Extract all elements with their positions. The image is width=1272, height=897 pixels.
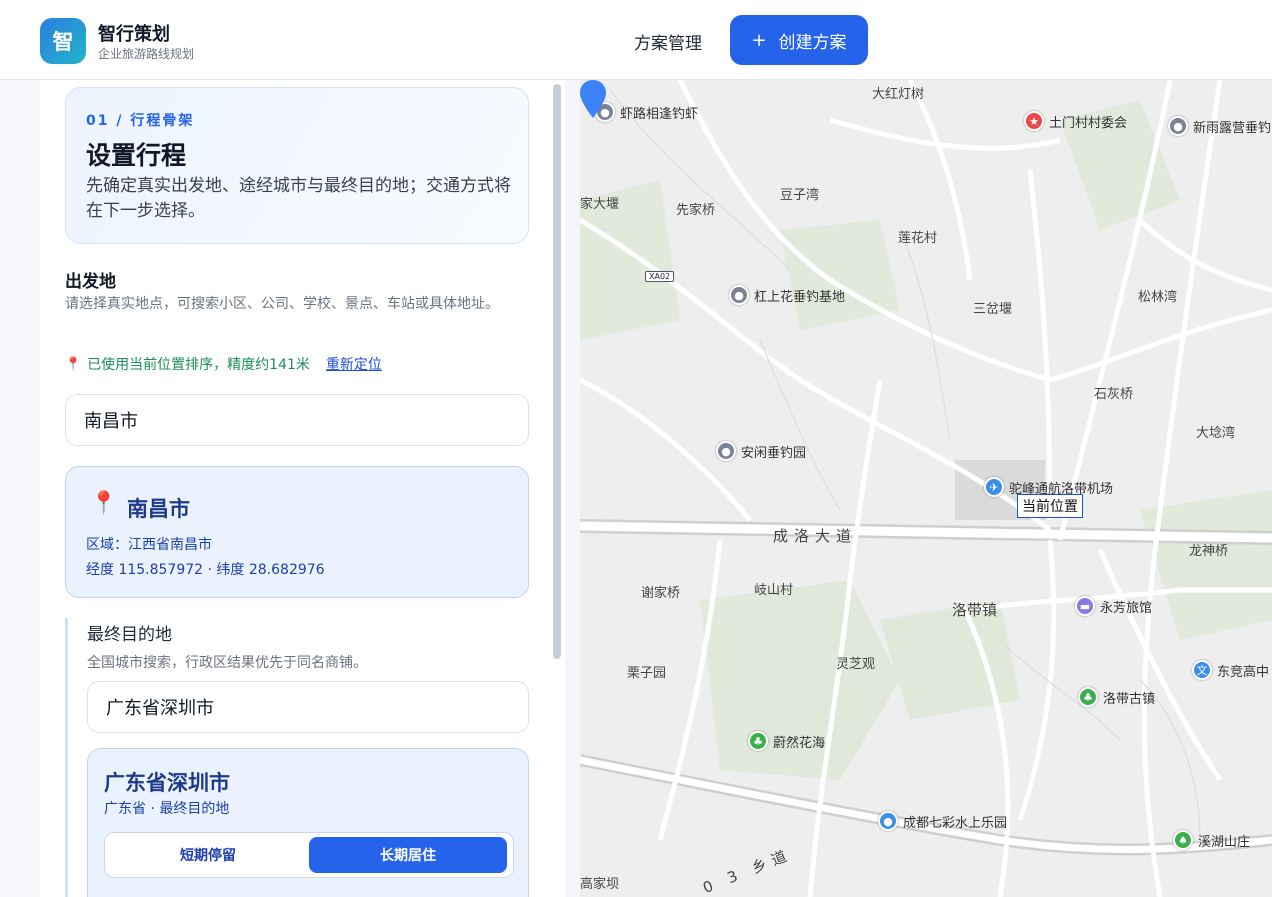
school-icon: 文 [1192,660,1212,680]
map-place-label: 豆子湾 [780,188,820,203]
app-logo[interactable]: 智 [40,18,86,64]
map-poi[interactable]: ▬ 永芳旅馆 [1075,596,1152,616]
destination-subtitle: 广东省 · 最终目的地 [104,801,230,817]
poi-icon: ● [716,441,736,461]
departure-description: 请选择真实地点，可搜索小区、公司、学校、景点、车站或具体地址。 [65,296,499,312]
scenic-icon: ♣ [1078,687,1098,707]
poi-label: 新雨露营垂钓 [1193,120,1272,136]
map-poi[interactable]: 文东竞高中 [1192,660,1269,680]
map-poi[interactable]: ★ 土门村村委会 [1024,111,1127,131]
road-label: 成洛大道 [773,527,858,545]
map-place-label: 灵芝观 [836,657,876,672]
poi-label: 土门村村委会 [1049,115,1128,131]
departure-region: 区域：江西省南昌市 [86,537,212,553]
park-icon: ● [878,811,898,831]
create-plan-button[interactable]: + 创建方案 [730,15,868,65]
map-place-label: 大埝湾 [1196,426,1236,441]
map-poi[interactable]: ♠ 溪湖山庄 [1173,830,1250,850]
map-place-label: 莲花村 [898,231,938,246]
section-description: 先确定真实出发地、途经城市与最终目的地；交通方式将在下一步选择。 [86,176,511,221]
departure-city-name: 南昌市 [127,497,190,521]
nav-plan-management[interactable]: 方案管理 [634,29,702,54]
map-poi[interactable]: ● 虾路相逢钓虾 [595,102,698,122]
poi-label: 蔚然花海 [773,735,826,751]
app-name: 智行策划 [98,24,170,45]
resort-icon: ♠ [1173,830,1193,850]
panel-divider [565,80,580,897]
app-subtitle: 企业旅游路线规划 [98,47,195,61]
poi-icon: ● [1168,116,1188,136]
road-shield: XA02 [645,271,675,282]
map-place-label: 石灰桥 [1094,387,1134,402]
destination-description: 全国城市搜索，行政区结果优先于同名商铺。 [87,655,367,671]
map-place-label: 龙神桥 [1189,544,1229,559]
departure-title: 出发地 [65,272,116,292]
poi-label: 洛带古镇 [1103,691,1156,707]
map-pin-icon: 📍 [90,491,118,516]
stay-type-toggle: 短期停留 长期居住 [104,832,514,878]
current-location-marker-icon[interactable] [580,80,606,118]
short-stay-option[interactable]: 短期停留 [109,837,307,873]
create-plan-label: 创建方案 [778,32,847,53]
section-title: 设置行程 [86,141,187,170]
destination-title: 最终目的地 [87,625,172,645]
map-place-label: 谢家桥 [641,586,681,601]
map-view[interactable]: XA02 ● 虾路相逢钓虾 ★ 土门村村委会 ● 新雨露营垂钓 ● 杠上花垂钓基地 ● 安… [580,80,1272,897]
destination-accent-bar [65,618,68,897]
map-place-label: 松林湾 [1138,290,1178,305]
destination-city-name: 广东省深圳市 [104,771,230,795]
map-place-label: 大红灯树 [872,87,925,102]
departure-selected-card[interactable]: 📍 南昌市 区域：江西省南昌市 经度 115.857972 · 纬度 28.68… [65,466,529,598]
map-poi[interactable]: ♣ 洛带古镇 [1078,687,1155,707]
map-place-label: 洛带镇 [952,601,998,619]
government-icon: ★ [1024,111,1044,131]
map-place-label: 三岔堰 [973,302,1013,317]
map-poi[interactable]: ♣ 蔚然花海 [748,731,825,751]
map-poi[interactable]: ● 新雨露营垂钓 [1168,116,1271,136]
poi-label: 虾路相逢钓虾 [620,106,699,122]
location-status-text: 已使用当前位置排序，精度约141米 [87,357,310,373]
long-stay-option[interactable]: 长期居住 [309,837,507,873]
poi-label: 溪湖山庄 [1198,834,1251,850]
scenic-icon: ♣ [748,731,768,751]
poi-label: 成都七彩水上乐园 [903,815,1008,831]
location-pin-icon: 📍 [65,356,82,372]
map-poi[interactable]: ● 杠上花垂钓基地 [729,285,845,305]
plus-icon: + [751,29,767,51]
top-header: 智 智行策划 企业旅游路线规划 方案管理 + 创建方案 [0,0,1272,80]
poi-icon: ● [729,285,749,305]
relocate-link[interactable]: 重新定位 [326,354,382,374]
departure-coordinates: 经度 115.857972 · 纬度 28.682976 [86,562,325,578]
poi-label: 永芳旅馆 [1100,600,1153,616]
poi-label: 东竞高中 [1217,664,1270,680]
step-indicator: 01 / 行程骨架 [86,113,195,129]
map-place-label: 先家桥 [676,203,716,218]
location-status: 📍 已使用当前位置排序，精度约141米 重新定位 [65,354,382,374]
hotel-icon: ▬ [1075,596,1095,616]
map-place-label: 家大堰 [580,197,620,212]
map-poi[interactable]: ● 安闲垂钓园 [716,441,806,461]
map-place-label: 高家坝 [580,877,620,892]
destination-selected-card: 广东省深圳市 广东省 · 最终目的地 短期停留 长期居住 [87,748,529,897]
itinerary-form-panel: 01 / 行程骨架 设置行程 先确定真实出发地、途经城市与最终目的地；交通方式将… [40,80,565,897]
destination-input[interactable]: 广东省深圳市 [87,681,529,733]
map-place-label: 栗子园 [627,666,667,681]
airport-icon: ✈ [984,477,1004,497]
itinerary-intro-card: 01 / 行程骨架 设置行程 先确定真实出发地、途经城市与最终目的地；交通方式将… [65,87,529,244]
map-place-label: 岐山村 [754,583,794,598]
current-position-label: 当前位置 [1017,494,1083,518]
poi-label: 安闲垂钓园 [741,445,807,461]
poi-label: 杠上花垂钓基地 [754,289,846,305]
map-poi[interactable]: ● 成都七彩水上乐园 [878,811,1007,831]
departure-input[interactable]: 南昌市 [65,394,529,446]
panel-scrollbar[interactable] [553,84,561,659]
